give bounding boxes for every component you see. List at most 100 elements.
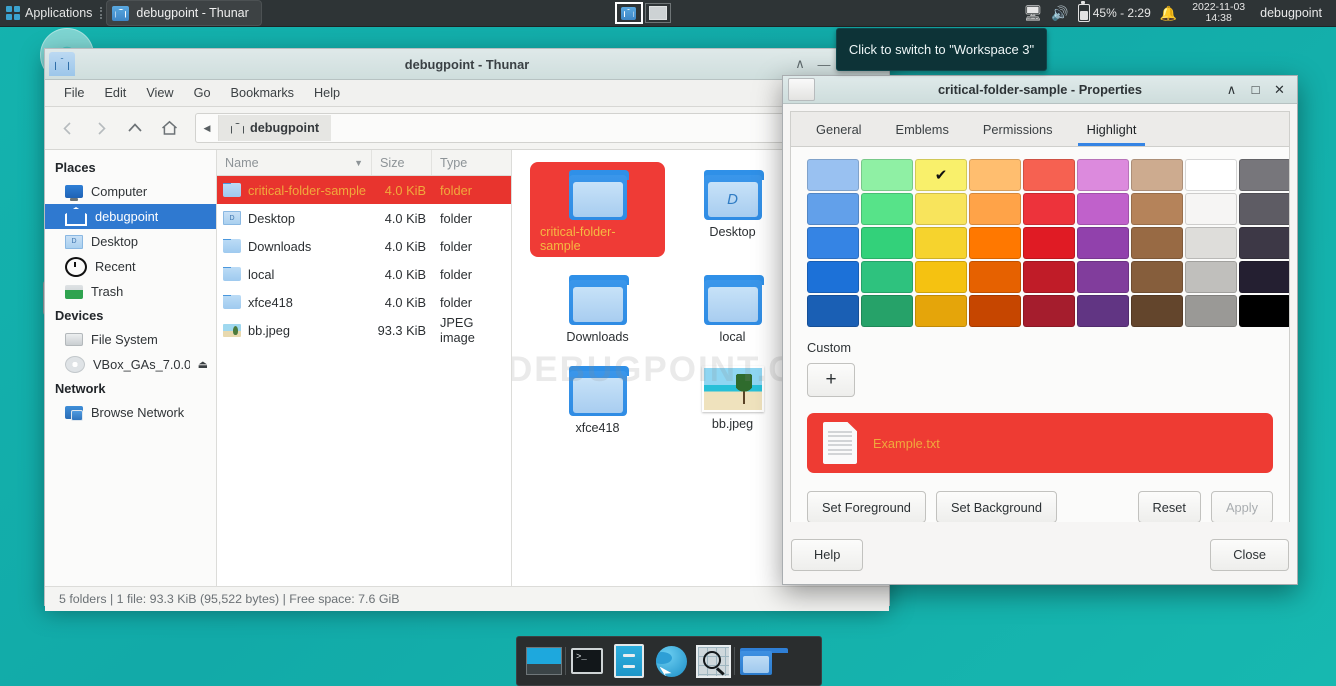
- list-item[interactable]: Downloads: [530, 263, 665, 348]
- sidebar-item-recent[interactable]: Recent: [45, 254, 216, 279]
- parent-folder-button[interactable]: [121, 114, 149, 142]
- display-settings-icon[interactable]: 🖥: [1023, 4, 1042, 22]
- color-swatch-2-8[interactable]: [1239, 227, 1289, 259]
- color-swatch-0-1[interactable]: [861, 159, 913, 191]
- sidebar-item-trash[interactable]: Trash: [45, 279, 216, 304]
- list-item[interactable]: xfce418: [530, 354, 665, 439]
- color-swatch-4-7[interactable]: [1185, 295, 1237, 327]
- thunar-titlebar[interactable]: debugpoint - Thunar ∧ — □ ×: [45, 49, 889, 80]
- color-swatch-2-6[interactable]: [1131, 227, 1183, 259]
- table-row[interactable]: xfce418 4.0 KiB folder: [217, 288, 511, 316]
- color-swatch-0-0[interactable]: [807, 159, 859, 191]
- list-item[interactable]: local: [665, 263, 800, 348]
- tab-highlight[interactable]: Highlight: [1070, 112, 1154, 146]
- color-swatch-1-1[interactable]: [861, 193, 913, 225]
- tab-general[interactable]: General: [799, 112, 879, 146]
- color-swatch-3-1[interactable]: [861, 261, 913, 293]
- sidebar-item-computer[interactable]: Computer: [45, 179, 216, 204]
- color-swatch-2-4[interactable]: [1023, 227, 1075, 259]
- color-swatch-1-5[interactable]: [1077, 193, 1129, 225]
- menu-bookmarks[interactable]: Bookmarks: [222, 83, 303, 103]
- list-item[interactable]: critical-folder-sample: [530, 158, 665, 257]
- color-swatch-3-3[interactable]: [969, 261, 1021, 293]
- color-swatch-1-6[interactable]: [1131, 193, 1183, 225]
- color-swatch-4-8[interactable]: [1239, 295, 1289, 327]
- reset-button[interactable]: Reset: [1138, 491, 1201, 522]
- workspace-button-2[interactable]: [615, 2, 643, 24]
- color-swatch-1-7[interactable]: [1185, 193, 1237, 225]
- clock[interactable]: 2022-11-03 14:38: [1186, 2, 1251, 24]
- shade-button[interactable]: ∧: [1225, 82, 1238, 98]
- color-swatch-0-6[interactable]: [1131, 159, 1183, 191]
- user-name-label[interactable]: debugpoint: [1260, 6, 1328, 20]
- column-header-type[interactable]: Type: [432, 150, 511, 175]
- color-swatch-4-6[interactable]: [1131, 295, 1183, 327]
- table-row[interactable]: Downloads 4.0 KiB folder: [217, 232, 511, 260]
- color-swatch-1-0[interactable]: [807, 193, 859, 225]
- color-swatch-0-3[interactable]: [969, 159, 1021, 191]
- color-swatch-1-2[interactable]: [915, 193, 967, 225]
- color-swatch-3-4[interactable]: [1023, 261, 1075, 293]
- set-foreground-button[interactable]: Set Foreground: [807, 491, 926, 522]
- tab-permissions[interactable]: Permissions: [966, 112, 1070, 146]
- home-button[interactable]: [155, 114, 183, 142]
- speaker-icon[interactable]: 🔊: [1051, 5, 1068, 22]
- color-swatch-1-8[interactable]: [1239, 193, 1289, 225]
- column-header-name[interactable]: Name ▼: [217, 150, 372, 175]
- dock-item-web-browser[interactable]: [650, 641, 692, 681]
- color-swatch-4-1[interactable]: [861, 295, 913, 327]
- dock-item-terminal[interactable]: >_: [566, 641, 608, 681]
- properties-titlebar[interactable]: critical-folder-sample - Properties ∧ □ …: [783, 76, 1297, 104]
- back-button[interactable]: [53, 114, 81, 142]
- dock-item-file-manager[interactable]: [608, 641, 650, 681]
- color-swatch-2-2[interactable]: [915, 227, 967, 259]
- color-swatch-0-4[interactable]: [1023, 159, 1075, 191]
- list-item[interactable]: D Desktop: [665, 158, 800, 257]
- battery-indicator[interactable]: 45% - 2:29: [1078, 4, 1151, 22]
- tab-emblems[interactable]: Emblems: [879, 112, 966, 146]
- close-button[interactable]: Close: [1210, 539, 1289, 571]
- color-swatch-3-8[interactable]: [1239, 261, 1289, 293]
- color-swatch-2-1[interactable]: [861, 227, 913, 259]
- color-swatch-3-7[interactable]: [1185, 261, 1237, 293]
- sidebar-item-desktop[interactable]: D Desktop: [45, 229, 216, 254]
- workspace-button-3[interactable]: [645, 3, 671, 23]
- color-swatch-3-0[interactable]: [807, 261, 859, 293]
- menu-file[interactable]: File: [55, 83, 93, 103]
- breadcrumb-debugpoint[interactable]: debugpoint: [219, 115, 331, 141]
- color-swatch-4-2[interactable]: [915, 295, 967, 327]
- sidebar-item-vbox-gas[interactable]: VBox_GAs_7.0.0 ⏏: [45, 352, 216, 377]
- color-swatch-1-3[interactable]: [969, 193, 1021, 225]
- shade-button[interactable]: ∧: [793, 56, 807, 72]
- color-swatch-2-7[interactable]: [1185, 227, 1237, 259]
- add-custom-color-button[interactable]: +: [807, 363, 855, 397]
- dock-item-show-desktop[interactable]: [523, 641, 565, 681]
- bell-icon[interactable]: 🔔: [1160, 5, 1177, 22]
- color-swatch-selected[interactable]: ✔: [915, 159, 967, 191]
- menu-view[interactable]: View: [137, 83, 182, 103]
- minimize-button[interactable]: —: [817, 57, 831, 72]
- table-row[interactable]: DDesktop 4.0 KiB folder: [217, 204, 511, 232]
- dock-item-app-finder[interactable]: [692, 641, 734, 681]
- color-swatch-4-0[interactable]: [807, 295, 859, 327]
- color-swatch-4-5[interactable]: [1077, 295, 1129, 327]
- color-swatch-0-5[interactable]: [1077, 159, 1129, 191]
- color-swatch-2-5[interactable]: [1077, 227, 1129, 259]
- menu-edit[interactable]: Edit: [95, 83, 135, 103]
- sidebar-item-browse-network[interactable]: Browse Network: [45, 400, 216, 425]
- list-item[interactable]: bb.jpeg: [665, 354, 800, 439]
- color-swatch-3-5[interactable]: [1077, 261, 1129, 293]
- color-swatch-0-7[interactable]: [1185, 159, 1237, 191]
- dock-item-folder[interactable]: [735, 641, 777, 681]
- color-swatch-0-8[interactable]: [1239, 159, 1289, 191]
- color-swatch-1-4[interactable]: [1023, 193, 1075, 225]
- color-swatch-4-3[interactable]: [969, 295, 1021, 327]
- table-row[interactable]: local 4.0 KiB folder: [217, 260, 511, 288]
- task-button-thunar[interactable]: debugpoint - Thunar: [106, 0, 261, 26]
- menu-help[interactable]: Help: [305, 83, 349, 103]
- sidebar-item-debugpoint[interactable]: debugpoint: [45, 204, 216, 229]
- eject-icon[interactable]: ⏏: [198, 358, 208, 371]
- table-row[interactable]: bb.jpeg 93.3 KiB JPEG image: [217, 316, 511, 344]
- color-swatch-4-4[interactable]: [1023, 295, 1075, 327]
- sidebar-item-file-system[interactable]: File System: [45, 327, 216, 352]
